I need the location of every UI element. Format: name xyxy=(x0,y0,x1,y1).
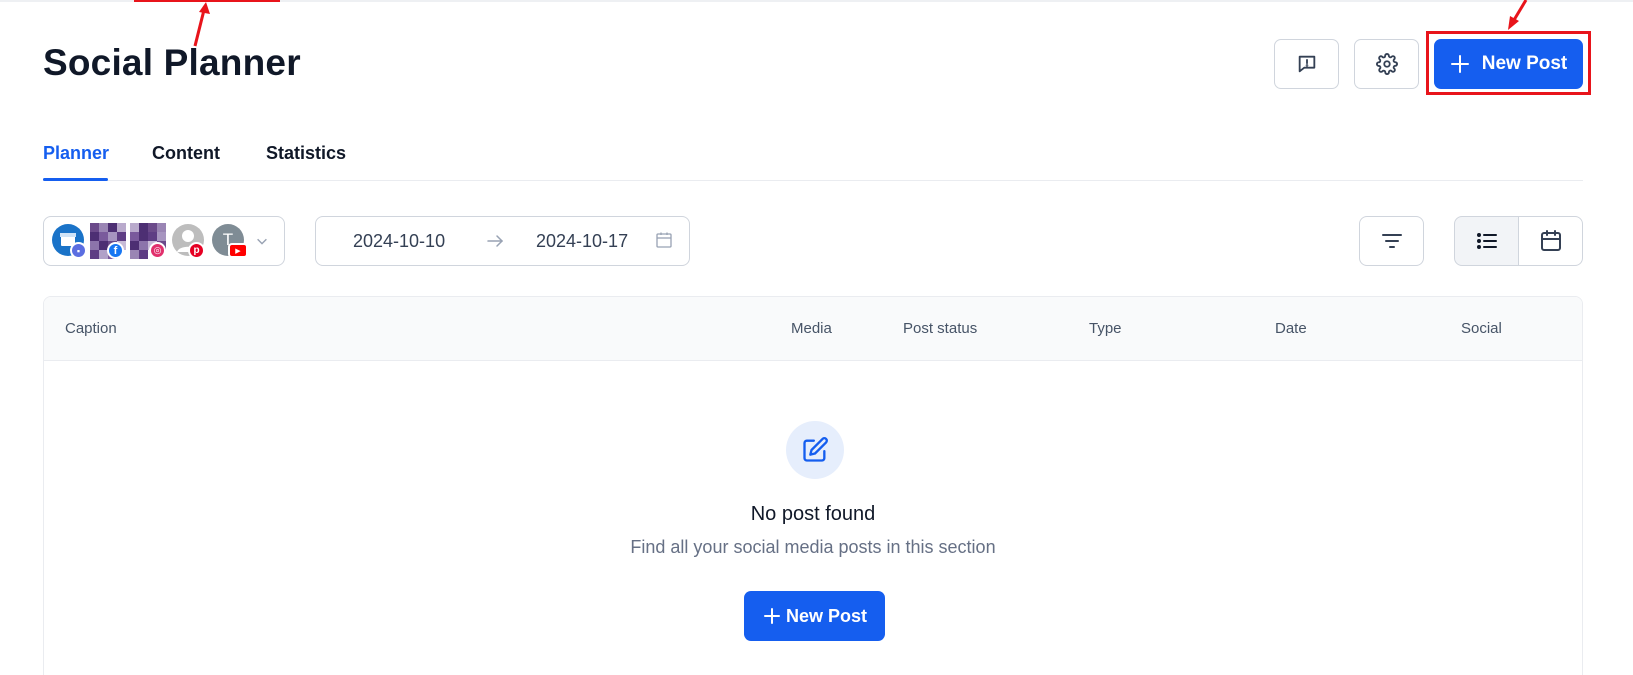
account-avatar-pixelated-2: ◎ xyxy=(130,223,166,259)
arrow-right-icon xyxy=(487,235,504,247)
tab-bar: Planner Content Statistics xyxy=(43,130,1583,181)
tab-content[interactable]: Content xyxy=(152,143,220,164)
column-caption[interactable]: Caption xyxy=(65,320,117,337)
annotation-arrow-new-post xyxy=(1508,0,1528,30)
instagram-icon: ◎ xyxy=(149,242,166,259)
message-alert-icon xyxy=(1298,55,1315,73)
calendar-icon xyxy=(1540,230,1561,251)
chevron-down-icon xyxy=(257,238,267,245)
account-avatar-gmb: ▪ xyxy=(52,224,87,259)
filter-lines-icon xyxy=(1381,234,1402,248)
youtube-icon: ▶ xyxy=(228,243,248,258)
column-date[interactable]: Date xyxy=(1275,320,1307,337)
empty-state-subtitle: Find all your social media posts in this… xyxy=(630,537,996,557)
empty-state-title: No post found xyxy=(750,503,876,525)
filter-button[interactable] xyxy=(1359,216,1424,266)
list-view-button[interactable] xyxy=(1454,216,1519,266)
edit-icon xyxy=(803,437,828,462)
list-icon xyxy=(1476,233,1497,249)
account-selector[interactable]: ▪ f ◎ p T ▶ xyxy=(43,216,285,266)
column-social[interactable]: Social xyxy=(1461,320,1502,337)
column-type[interactable]: Type xyxy=(1089,320,1122,337)
plus-icon xyxy=(763,608,780,624)
start-date[interactable]: 2024-10-10 xyxy=(353,231,445,252)
gear-icon xyxy=(1375,53,1398,75)
empty-state-button-label: New Post xyxy=(785,605,868,626)
gmb-badge-icon: ▪ xyxy=(70,242,87,259)
feedback-button[interactable] xyxy=(1274,39,1339,89)
account-avatar-pixelated-1: f xyxy=(90,223,126,259)
date-range-picker[interactable]: 2024-10-10 2024-10-17 xyxy=(315,216,690,266)
calendar-view-button[interactable] xyxy=(1518,216,1583,266)
account-avatar-default: p xyxy=(172,224,205,259)
empty-state-icon-wrapper xyxy=(786,421,844,479)
tab-statistics[interactable]: Statistics xyxy=(266,143,346,164)
empty-state-new-post-button[interactable]: New Post xyxy=(744,591,885,641)
end-date[interactable]: 2024-10-17 xyxy=(536,231,628,252)
table-header: Caption Media Post status Type Date Soci… xyxy=(44,297,1582,361)
posts-table: Caption Media Post status Type Date Soci… xyxy=(43,296,1583,675)
active-tab-indicator xyxy=(43,178,108,181)
facebook-icon: f xyxy=(107,242,124,259)
column-post-status[interactable]: Post status xyxy=(903,320,977,337)
settings-button[interactable] xyxy=(1354,39,1419,89)
tab-planner[interactable]: Planner xyxy=(43,143,109,164)
annotation-highlight-box xyxy=(1426,31,1591,95)
column-media[interactable]: Media xyxy=(791,320,832,337)
pinterest-icon: p xyxy=(188,242,205,259)
page-title: Social Planner xyxy=(43,42,301,83)
account-avatar-initial: T ▶ xyxy=(212,224,248,258)
calendar-icon xyxy=(656,232,672,248)
